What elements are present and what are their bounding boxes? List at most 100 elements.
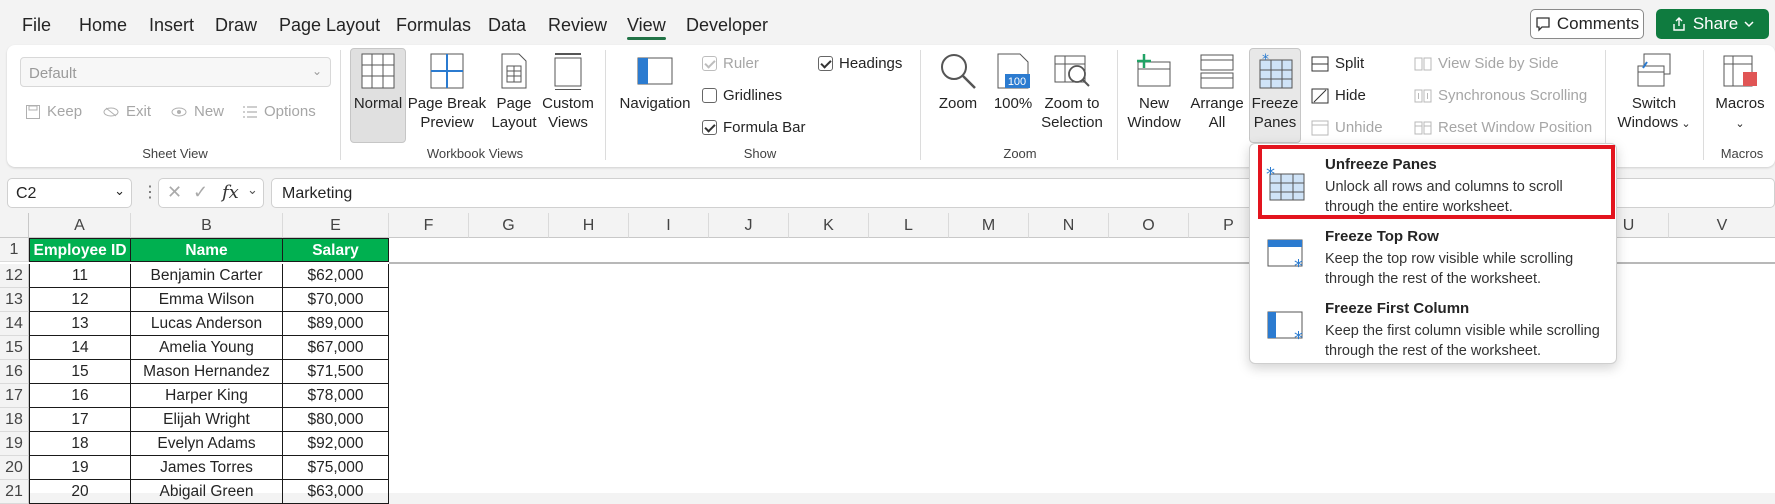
table-cell[interactable]: $63,000 [283,480,389,504]
chevron-down-icon[interactable] [1744,19,1754,29]
column-header[interactable]: G [469,213,549,238]
headings-checkbox[interactable]: Headings [818,55,902,72]
split-button[interactable]: Split [1311,55,1364,72]
column-header[interactable]: E [283,213,389,238]
table-cell[interactable]: $75,000 [283,456,389,480]
column-header[interactable]: I [629,213,709,238]
new-view-button[interactable]: New [170,103,224,120]
table-cell[interactable]: 18 [29,432,131,456]
switch-windows-button[interactable]: Switch Windows ⌄ [1612,52,1696,134]
unhide-button[interactable]: Unhide [1311,119,1383,136]
ruler-checkbox[interactable]: Ruler [702,55,759,72]
tab-draw[interactable]: Draw [215,14,257,36]
column-header[interactable]: O [1109,213,1189,238]
column-header[interactable]: B [131,213,283,238]
table-cell[interactable]: Abigail Green [131,480,283,504]
table-cell[interactable]: $78,000 [283,384,389,408]
table-header-cell[interactable]: Salary [283,238,389,262]
tab-data[interactable]: Data [488,14,526,36]
row-header[interactable]: 20 [0,456,29,480]
reset-window-position-button[interactable]: Reset Window Position [1414,119,1592,136]
table-cell[interactable]: Evelyn Adams [131,432,283,456]
confirm-icon[interactable]: ✓ [193,182,208,203]
column-header[interactable]: L [869,213,949,238]
tab-insert[interactable]: Insert [149,14,194,36]
table-cell[interactable]: 13 [29,312,131,336]
hide-button[interactable]: Hide [1311,87,1366,104]
chevron-down-icon[interactable]: ⌄ [247,182,258,198]
exit-button[interactable]: Exit [102,103,151,120]
column-header[interactable]: N [1029,213,1109,238]
macros-button[interactable]: Macros ⌄ [1710,52,1770,134]
table-cell[interactable]: $70,000 [283,288,389,312]
formula-bar-checkbox[interactable]: Formula Bar [702,119,806,136]
row-header[interactable]: 12 [0,264,29,288]
zoom-100-button[interactable]: 100 100% [989,52,1037,113]
name-box[interactable]: C2 ⌄ [7,178,132,208]
tab-file[interactable]: File [22,14,51,36]
tab-review[interactable]: Review [548,14,607,36]
page-break-preview-button[interactable]: Page Break Preview [407,52,487,132]
tab-home[interactable]: Home [79,14,127,36]
row-header[interactable]: 15 [0,336,29,360]
freeze-panes-button[interactable]: * Freeze Panes ⌄ [1249,52,1301,155]
column-header[interactable]: V [1669,213,1775,238]
table-cell[interactable]: 20 [29,480,131,504]
column-header[interactable]: H [549,213,629,238]
normal-view-button[interactable]: Normal [350,52,406,113]
page-layout-button[interactable]: Page Layout [489,52,539,132]
comments-button[interactable]: Comments [1530,9,1644,39]
custom-views-button[interactable]: Custom Views [540,52,596,132]
select-all-corner[interactable] [0,213,29,238]
table-cell[interactable]: James Torres [131,456,283,480]
tab-page-layout[interactable]: Page Layout [279,14,380,36]
tab-view[interactable]: View [627,14,666,36]
new-window-button[interactable]: New Window [1122,52,1186,132]
row-header[interactable]: 13 [0,288,29,312]
share-button[interactable]: Share [1656,9,1769,39]
table-cell[interactable]: Mason Hernandez [131,360,283,384]
table-cell[interactable]: Amelia Young [131,336,283,360]
sheet-view-select[interactable]: Default ⌄ [20,57,331,87]
tab-formulas[interactable]: Formulas [396,14,471,36]
row-header[interactable]: 19 [0,432,29,456]
table-cell[interactable]: Benjamin Carter [131,264,283,288]
gridlines-checkbox[interactable]: Gridlines [702,87,782,104]
column-header[interactable]: J [709,213,789,238]
table-cell[interactable]: $80,000 [283,408,389,432]
keep-button[interactable]: Keep [25,103,82,120]
column-header[interactable]: K [789,213,869,238]
table-cell[interactable]: Lucas Anderson [131,312,283,336]
chevron-down-icon[interactable]: ⌄ [114,183,125,199]
column-header[interactable]: F [389,213,469,238]
table-cell[interactable]: $71,500 [283,360,389,384]
table-header-cell[interactable]: Employee ID [29,238,131,262]
table-cell[interactable]: 19 [29,456,131,480]
cancel-icon[interactable]: ✕ [167,182,182,203]
table-cell[interactable]: 15 [29,360,131,384]
insert-function-icon[interactable]: fx [222,182,239,203]
row-header[interactable]: 14 [0,312,29,336]
row-header[interactable]: 18 [0,408,29,432]
table-cell[interactable]: 11 [29,264,131,288]
view-side-by-side-button[interactable]: View Side by Side [1414,55,1559,72]
table-cell[interactable]: $92,000 [283,432,389,456]
zoom-button[interactable]: Zoom [930,52,986,113]
column-header[interactable]: A [29,213,131,238]
navigation-button[interactable]: Navigation [615,52,695,113]
table-cell[interactable]: $67,000 [283,336,389,360]
options-button[interactable]: Options [242,103,316,120]
row-header[interactable]: 16 [0,360,29,384]
menu-item-freeze-first-column[interactable]: * Freeze First Column Keep the first col… [1250,292,1618,362]
synchronous-scrolling-button[interactable]: Synchronous Scrolling [1414,87,1587,104]
table-cell[interactable]: Harper King [131,384,283,408]
tab-developer[interactable]: Developer [686,14,768,36]
table-cell[interactable]: $89,000 [283,312,389,336]
table-cell[interactable]: Elijah Wright [131,408,283,432]
row-header[interactable]: 17 [0,384,29,408]
arrange-all-button[interactable]: Arrange All [1188,52,1246,132]
menu-item-freeze-top-row[interactable]: * Freeze Top Row Keep the top row visibl… [1250,220,1618,290]
row-header[interactable]: 21 [0,480,29,504]
table-header-cell[interactable]: Name [131,238,283,262]
table-cell[interactable]: $62,000 [283,264,389,288]
